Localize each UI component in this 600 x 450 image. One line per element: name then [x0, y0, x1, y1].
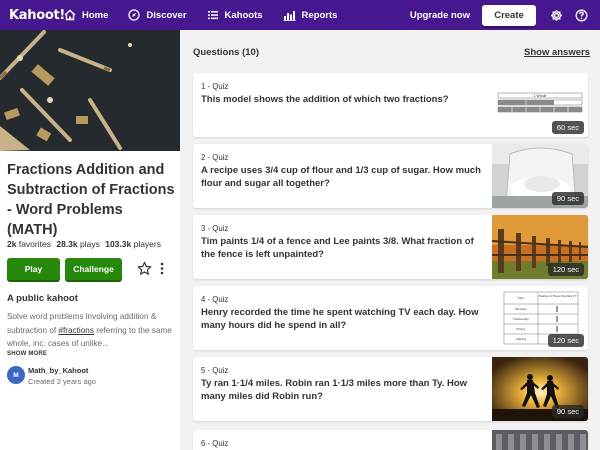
time-limit-badge: 90 sec [551, 192, 584, 205]
play-button[interactable]: Play [7, 258, 60, 280]
table-header-day: Day [518, 296, 524, 300]
kahoot-cover-image [0, 30, 180, 151]
more-options-button[interactable] [158, 261, 166, 281]
kahoot-stats: 2k favorites 28.3k plays 103.3k players [7, 239, 161, 249]
nav-home[interactable]: Home [64, 9, 108, 21]
time-limit-badge: 120 sec [547, 263, 584, 276]
players-count: 103.3k [105, 239, 132, 249]
question-text: A recipe uses 3/4 cup of flour and 1/3 c… [201, 165, 481, 189]
nav-reports[interactable]: Reports [283, 9, 338, 21]
kahoot-description: Solve word problems involving addition &… [7, 310, 177, 351]
favorites-label: favorites [18, 239, 51, 249]
home-icon [64, 9, 76, 21]
question-thumbnail: 120 sec [492, 215, 588, 279]
table-cell-friday: Friday [516, 327, 525, 331]
building-photo [492, 430, 588, 450]
nav-kahoots-label: Kahoots [224, 9, 263, 21]
question-type: 1 - Quiz [201, 82, 229, 91]
favorites-count: 2k [7, 239, 17, 249]
nav-discover[interactable]: Discover [128, 9, 187, 21]
author-name[interactable]: Math_by_Kahoot [28, 366, 88, 375]
plays-label: plays [80, 239, 100, 249]
question-thumbnail: 90 sec [492, 357, 588, 421]
question-card[interactable]: 6 - Quiz [193, 430, 588, 450]
question-thumbnail: Day Number of Hours Watching TV Monday W… [492, 286, 588, 350]
visibility-heading: A public kahoot [7, 293, 78, 304]
kahoot-title: Fractions Addition and Subtraction of Fr… [7, 162, 175, 238]
question-text: Tim paints 1/4 of a fence and Lee paints… [201, 236, 474, 260]
question-text: This model shows the addition of which t… [201, 94, 449, 105]
question-type: 6 - Quiz [201, 439, 229, 448]
table-cell-sunday: Sunday [516, 337, 527, 341]
time-limit-badge: 90 sec [551, 405, 584, 418]
kahoot-details-panel: Fractions Addition and Subtraction of Fr… [0, 30, 180, 450]
compass-icon [128, 9, 141, 21]
question-thumbnail: 90 sec [492, 144, 588, 208]
created-date: Created 2 years ago [28, 377, 96, 386]
question-text: Ty ran 1·1/4 miles. Robin ran 1·1/3 mile… [201, 378, 468, 402]
challenge-button[interactable]: Challenge [65, 258, 122, 280]
create-button[interactable]: Create [482, 4, 536, 26]
favorite-button[interactable] [137, 261, 152, 281]
table-header-hours: Number of Hours Watching TV [539, 294, 578, 298]
time-limit-badge: 120 sec [547, 334, 584, 347]
top-nav: Kahoot! Home Discover Kahoots Reports Up… [0, 0, 600, 30]
fractions-tag-link[interactable]: #fractions [58, 326, 94, 335]
show-answers-button[interactable]: Show answers [524, 47, 590, 58]
star-icon [137, 261, 152, 275]
cover-illustration [0, 30, 180, 151]
question-thumbnail [492, 430, 588, 450]
show-more-button[interactable]: SHOW MORE [7, 351, 47, 357]
kahoot-logo[interactable]: Kahoot! [9, 8, 65, 23]
gear-icon [551, 9, 562, 21]
question-card[interactable]: 2 - Quiz A recipe uses 3/4 cup of flour … [193, 144, 588, 208]
settings-button[interactable] [550, 9, 563, 22]
question-card[interactable]: 5 - Quiz Ty ran 1·1/4 miles. Robin ran 1… [193, 357, 588, 421]
more-vertical-icon [160, 262, 164, 275]
question-card[interactable]: 1 - Quiz This model shows the addition o… [193, 73, 588, 137]
table-cell-monday: Monday [515, 307, 527, 311]
bar-chart-icon [283, 11, 296, 21]
fraction-whole-label: 1 Whole [534, 94, 547, 98]
question-text: Henry recorded the time he spent watchin… [201, 307, 479, 331]
question-card[interactable]: 4 - Quiz Henry recorded the time he spen… [193, 286, 588, 350]
nav-kahoots[interactable]: Kahoots [207, 9, 263, 21]
question-type: 4 - Quiz [201, 295, 229, 304]
question-type: 2 - Quiz [201, 153, 229, 162]
author-avatar[interactable]: M [7, 366, 25, 384]
table-cell-wednesday: Wednesday [513, 317, 529, 321]
question-type: 3 - Quiz [201, 224, 229, 233]
question-card[interactable]: 3 - Quiz Tim paints 1/4 of a fence and L… [193, 215, 588, 279]
help-icon [575, 9, 588, 21]
nav-reports-label: Reports [301, 9, 338, 21]
nav-discover-label: Discover [146, 9, 187, 21]
question-thumbnail: 1 Whole 60 sec [492, 73, 588, 137]
question-type: 5 - Quiz [201, 366, 229, 375]
time-limit-badge: 60 sec [551, 121, 584, 134]
players-label: players [133, 239, 161, 249]
questions-count-heading: Questions (10) [193, 47, 259, 58]
list-icon [207, 11, 218, 20]
plays-count: 28.3k [56, 239, 78, 249]
upgrade-link[interactable]: Upgrade now [410, 10, 470, 21]
nav-home-label: Home [82, 9, 109, 21]
help-button[interactable] [575, 9, 588, 22]
